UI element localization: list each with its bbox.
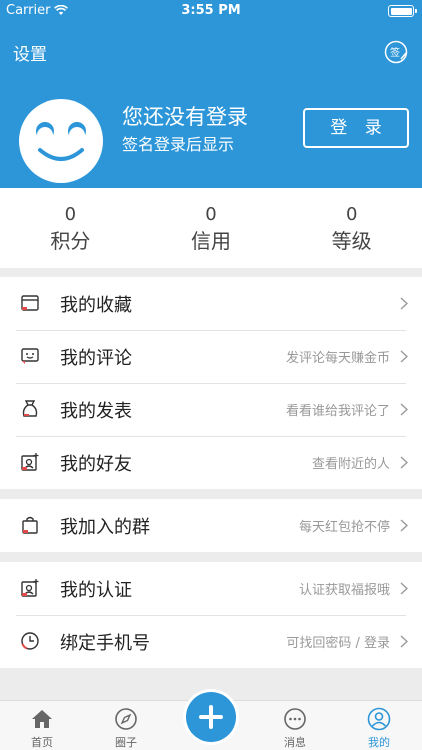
stat-value: 0: [64, 204, 77, 225]
compass-icon: [115, 708, 137, 730]
menu-item-certification[interactable]: 我的认证 认证获取福报哦: [0, 562, 422, 615]
add-post-button[interactable]: [186, 692, 236, 742]
tab-label: 我的: [368, 736, 390, 749]
clock-icon: [21, 632, 39, 650]
plus-icon: [199, 705, 223, 729]
bag-icon: [22, 400, 38, 417]
status-time: 3:55 PM: [181, 3, 241, 18]
menu-item-label: 我加入的群: [60, 516, 150, 538]
menu-item-label: 我的好友: [60, 453, 132, 475]
stat-points[interactable]: 0 积分: [0, 188, 141, 268]
user-name: 您还没有登录: [122, 105, 248, 129]
certificate-icon: [21, 579, 39, 597]
profile-icon: [367, 707, 391, 731]
menu-item-comments[interactable]: 我的评论 发评论每天赚金币: [0, 330, 422, 383]
tab-home[interactable]: 首页: [12, 701, 72, 750]
message-icon: [284, 708, 306, 730]
stat-label: 积分: [50, 229, 91, 253]
menu-item-friends[interactable]: 我的好友 查看附近的人: [0, 436, 422, 489]
menu-item-bind-phone[interactable]: 绑定手机号 可找回密码 / 登录: [0, 615, 422, 668]
stat-value: 0: [205, 204, 217, 225]
menu-item-groups[interactable]: 我加入的群 每天红包抢不停: [0, 499, 422, 552]
user-signature: 签名登录后显示: [122, 135, 235, 154]
avatar[interactable]: [18, 98, 104, 184]
svg-text:签: 签: [390, 46, 400, 59]
home-icon: [32, 710, 52, 728]
login-button[interactable]: 登 录: [303, 108, 409, 148]
sign-in-calendar-icon[interactable]: 签: [384, 40, 408, 64]
stats-bar: 0 积分 0 信用 0 等级: [0, 188, 422, 268]
stat-credit[interactable]: 0 信用: [141, 188, 282, 268]
menu-item-hint: 看看谁给我评论了: [285, 404, 390, 419]
chevron-right-icon: [400, 519, 408, 532]
status-bar: Carrier 3:55 PM: [0, 0, 422, 22]
chevron-right-icon: [400, 403, 408, 416]
chevron-right-icon: [400, 582, 408, 595]
menu-item-hint: 发评论每天赚金币: [285, 351, 390, 366]
menu-item-label: 绑定手机号: [60, 632, 150, 654]
menu-group-account: 我的认证 认证获取福报哦 绑定手机号 可找回密码 / 登录: [0, 562, 422, 668]
menu-item-label: 我的认证: [60, 579, 132, 601]
menu-item-posts[interactable]: 我的发表 看看谁给我评论了: [0, 383, 422, 436]
comment-icon: [21, 348, 39, 364]
tab-messages[interactable]: 消息: [265, 701, 325, 750]
stat-label: 信用: [191, 229, 231, 253]
menu-group-personal: 我的收藏 我的评论 发评论每天赚金币 我的发表 看看谁给我评论了 我的好友 查看…: [0, 277, 422, 489]
chevron-right-icon: [400, 635, 408, 648]
menu-group-social: 我加入的群 每天红包抢不停: [0, 499, 422, 552]
contact-add-icon: [21, 453, 39, 471]
stat-label: 等级: [331, 229, 372, 253]
tab-label: 圈子: [115, 736, 137, 749]
menu-item-label: 我的评论: [60, 347, 132, 369]
menu-item-hint: 查看附近的人: [311, 457, 390, 472]
menu-item-label: 我的发表: [60, 400, 132, 422]
battery-icon: [388, 5, 417, 17]
tab-label: 首页: [31, 736, 53, 749]
menu-item-hint: 可找回密码 / 登录: [286, 636, 390, 651]
stat-value: 0: [345, 204, 358, 225]
folder-icon: [21, 295, 39, 311]
menu-item-favorites[interactable]: 我的收藏: [0, 277, 422, 330]
menu-item-label: 我的收藏: [60, 294, 132, 316]
chevron-right-icon: [400, 456, 408, 469]
tab-profile[interactable]: 我的: [349, 701, 409, 750]
chevron-right-icon: [400, 297, 408, 310]
stat-level[interactable]: 0 等级: [281, 188, 422, 268]
group-bag-icon: [22, 516, 38, 534]
menu-item-hint: 每天红包抢不停: [298, 520, 390, 535]
settings-link[interactable]: 设置: [13, 40, 47, 65]
tab-label: 消息: [284, 736, 306, 749]
chevron-right-icon: [400, 350, 408, 363]
profile-header: Carrier 3:55 PM 设置 签 您还没有登录 签名登录后显示 登 录: [0, 0, 422, 188]
tab-circle[interactable]: 圈子: [96, 701, 156, 750]
menu-item-hint: 认证获取福报哦: [298, 583, 390, 598]
